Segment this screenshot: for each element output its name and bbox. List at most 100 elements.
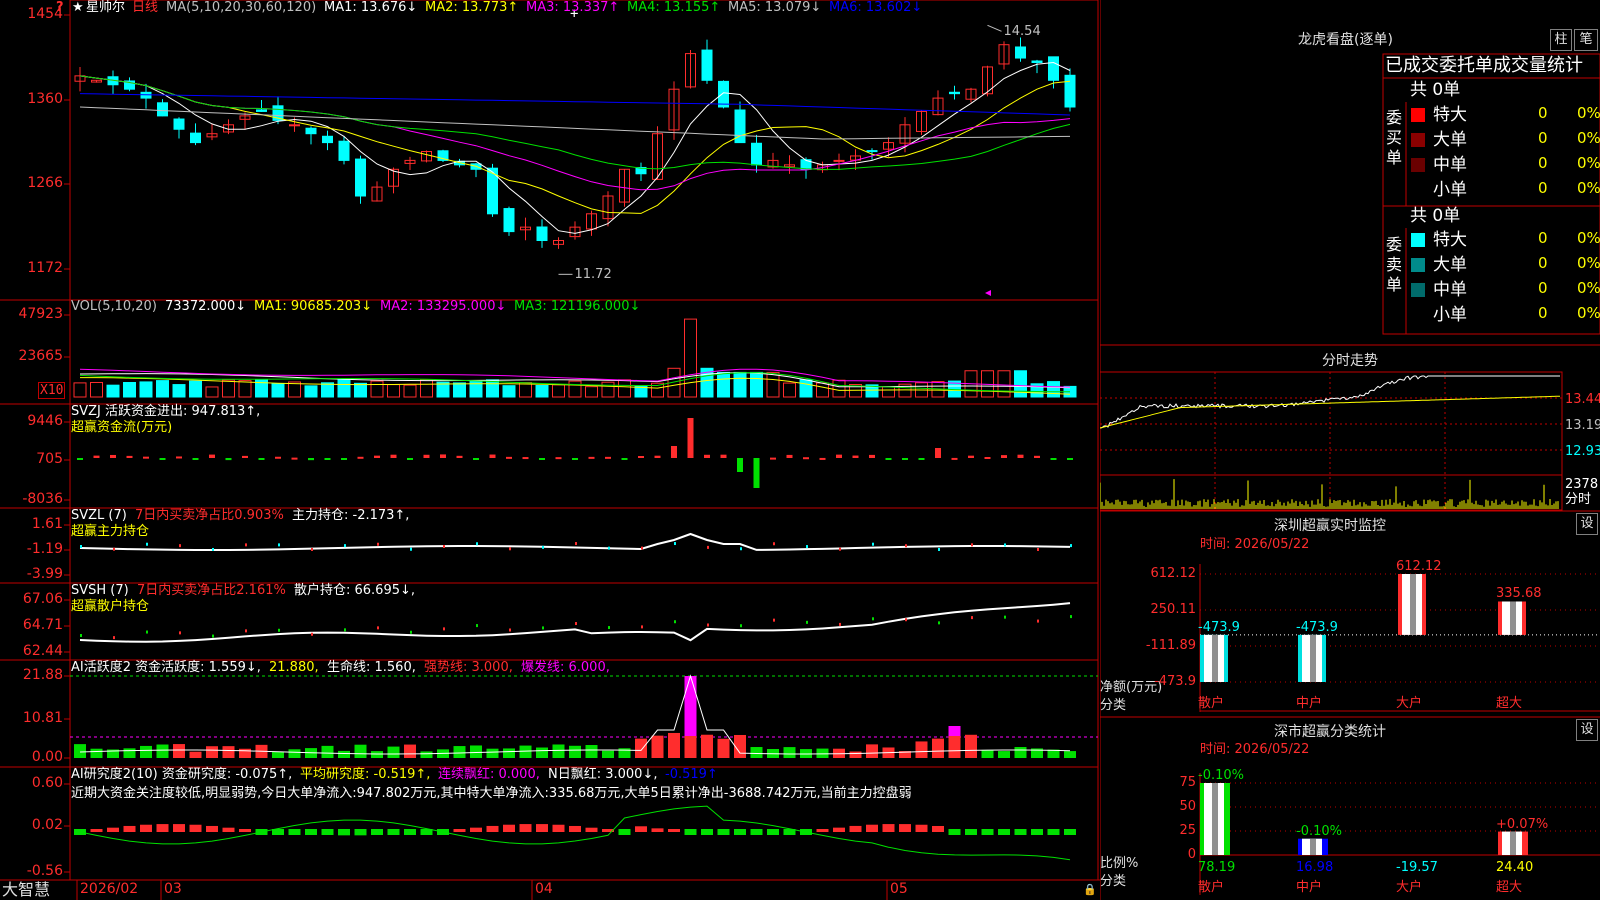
svsh-tick: [608, 626, 610, 630]
svzj-bar: [1050, 458, 1057, 460]
sz-monitor-xlabel: 分类: [1100, 698, 1127, 713]
szs-top-label: -0.10%: [1296, 823, 1342, 839]
stock-name[interactable]: 星帅尔: [86, 0, 125, 15]
svsh-tick: [311, 632, 313, 636]
volume-bar: [717, 371, 730, 398]
order-color-swatch: [1411, 308, 1425, 322]
order-row-count: 0: [1538, 254, 1548, 272]
svzj-bar: [209, 454, 215, 458]
activity-bar: [866, 744, 878, 758]
research-bar: [833, 827, 845, 832]
tab-bar-view[interactable]: 柱: [1550, 29, 1572, 51]
activity-bar: [74, 744, 86, 758]
activity-bar: [998, 751, 1010, 758]
volume-bar: [222, 379, 235, 398]
svsh-tick: [1037, 619, 1039, 623]
activity-bar: [371, 751, 383, 758]
activity-bar: [701, 734, 713, 758]
period-label[interactable]: 日线: [132, 0, 158, 15]
szm-value-label: 335.68: [1496, 586, 1542, 602]
svzj-bar: [291, 457, 298, 460]
candle-body: [718, 80, 729, 108]
order-color-swatch: [1411, 183, 1425, 197]
high-price-label: 14.54: [1003, 24, 1041, 40]
research-bar: [750, 829, 763, 835]
sz-stats-settings-button[interactable]: 设: [1576, 719, 1598, 741]
svsh-tick: [641, 625, 643, 629]
candle-body: [949, 91, 960, 95]
legend-item: N日飘红: 3.000↓,: [548, 767, 658, 782]
kline-chart-area[interactable]: +: [0, 0, 1100, 900]
szm-ytick: 250.11: [1150, 602, 1197, 617]
svzj-bar: [671, 446, 677, 458]
candle-body: [322, 135, 333, 144]
svzj-bar: [555, 457, 562, 460]
order-side-label-char: 单: [1386, 148, 1403, 167]
svzj-bar: [456, 455, 463, 458]
svzj-bar: [93, 455, 100, 458]
research-bar: [486, 825, 499, 832]
activity-bar: [239, 748, 251, 758]
volume-bar: [453, 382, 466, 398]
activity-bar: [651, 735, 664, 758]
activity-bar: [849, 751, 862, 758]
y-tick-label: 1266: [27, 175, 63, 191]
activity-bar: [123, 748, 136, 758]
szm-category: 散户: [1198, 696, 1225, 711]
volume-bar: [288, 381, 301, 398]
svzl-tick: [641, 546, 643, 550]
order-side-label-char: 单: [1386, 275, 1403, 294]
volume-bar: [238, 380, 252, 398]
tab-tick-view[interactable]: 笔: [1574, 29, 1598, 51]
order-color-swatch: [1411, 133, 1425, 147]
svzj-bar: [984, 457, 991, 460]
intraday-frame: [1100, 371, 1563, 511]
order-row-pct: 0%: [1577, 279, 1600, 297]
research-bar: [1064, 829, 1076, 835]
activity-bar: [965, 734, 977, 758]
svzj-bar: [638, 455, 644, 458]
candle-body: [1031, 60, 1043, 64]
order-row-pct: 0%: [1577, 104, 1600, 122]
order-row-count: 0: [1538, 154, 1548, 172]
svzj-bar: [753, 458, 760, 488]
sz-monitor-settings-button[interactable]: 设: [1576, 513, 1598, 535]
legend-item: SVZJ 活跃资金进出: 947.813↑,: [71, 404, 261, 419]
svzj-bar: [374, 455, 380, 458]
research-bar: [123, 825, 136, 832]
candle-body: [536, 226, 548, 241]
svzl-tick: [872, 542, 874, 546]
svsh-tick: [773, 618, 775, 622]
legend-item: MA1: 13.676↓: [324, 0, 418, 15]
legend-item: AI活跃度2 资金活跃度: 1.559↓,: [71, 660, 261, 675]
svzl-tick: [971, 543, 973, 547]
favorite-star-icon[interactable]: ★: [72, 0, 84, 15]
research-bar: [156, 824, 169, 832]
candle-body: [157, 102, 168, 117]
activity-bar: [552, 744, 565, 758]
candle-body: [1015, 46, 1026, 59]
intraday-vol-tick: 2378: [1565, 477, 1599, 492]
cursor-marker-icon: [985, 290, 991, 296]
order-row-name: 小单: [1433, 180, 1467, 200]
svzl-tick: [113, 547, 115, 551]
order-color-swatch: [1411, 108, 1425, 122]
lock-icon[interactable]: 🔒: [1083, 882, 1097, 897]
low-price-label: 11.72: [574, 267, 612, 283]
svsh-tick: [839, 622, 841, 626]
svzl-tick: [212, 547, 214, 551]
order-side-label-char: 委: [1386, 235, 1403, 254]
volume-bar: [106, 384, 120, 398]
svzj-bar: [192, 458, 199, 460]
research-bar: [734, 829, 746, 835]
research-bar: [701, 829, 713, 835]
order-stats-title: 已成交委托单成交量统计: [1385, 55, 1583, 76]
activity-bar: [816, 748, 829, 758]
svsh-tick: [80, 634, 82, 637]
time-label: 04: [535, 881, 553, 897]
svzl-tick: [278, 543, 280, 547]
research-bar: [90, 829, 103, 832]
svzl-tick: [80, 545, 82, 548]
szm-bar: [1498, 601, 1526, 635]
stock-terminal: + ? ★ 星帅尔 日线 MA(5,10,20,30,60,120) MA1: 1…: [0, 0, 1600, 900]
